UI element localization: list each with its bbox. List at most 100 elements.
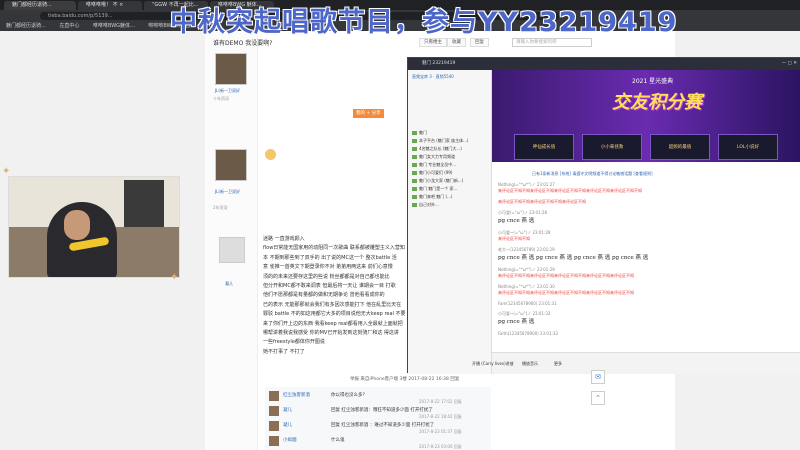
channel-tree-item[interactable]: 自己对外... <box>412 202 439 208</box>
yy-title-bar: 魅门 23219419 — □ ✕ <box>408 58 800 70</box>
comment-text: 回复 红尘浊客新酒 ：难过不知道多少面 打开打扰了 <box>331 423 435 428</box>
channel-icon <box>412 139 417 143</box>
tieba-search-input[interactable]: 请输入你要搜索的吧 <box>512 38 592 47</box>
chat-sender[interactable]: 老大~(123456789) 23:01:29 <box>498 247 555 252</box>
collect-button[interactable]: 收藏 <box>447 38 466 47</box>
chat-message: pg cnce 燕 逃 <box>498 218 535 224</box>
voice-button[interactable]: 开播 (Carry lives)讲放 <box>472 361 514 366</box>
post-line: 一些freestyle都体你开图说 <box>263 339 325 346</box>
window-controls-icon[interactable]: — □ ✕ <box>782 58 797 70</box>
chat-sender[interactable]: 小可爱(=°ω°)ノ 23:01:28 <box>498 210 547 215</box>
yy-client-window: 魅门 23219419 — □ ✕ 直频宝库 3 · 直频5540 魅门本子平台… <box>407 57 800 374</box>
comment-user[interactable]: 凝儿 <box>283 422 292 428</box>
avatar[interactable] <box>219 237 245 263</box>
chat-sender[interactable]: Faith(12345678900) 23:01:33 <box>498 331 558 336</box>
comment-meta: 2017-8-23 01:37 回复 <box>419 429 462 434</box>
channel-icon <box>412 131 417 135</box>
channel-icon <box>412 179 417 183</box>
channel-icon <box>412 203 417 207</box>
post-line: 本 不期到那些到了双手的 出了说的MC这一个 整次battle 活 <box>263 254 397 261</box>
username[interactable]: JL(新一卫双好 <box>215 88 240 94</box>
channel-info: 直频宝库 3 · 直频5540 <box>412 74 454 79</box>
chat-message: 来评论区不知不知来评论区不知来评论区不知不知来评论区不知来评论区不知 <box>498 273 634 278</box>
banner-card[interactable]: 神仙成长值 <box>514 134 574 160</box>
channel-icon <box>412 171 417 175</box>
channel-tree-item[interactable]: 本子平台 (魅门家 族主体...) <box>412 138 468 144</box>
user-level: 十年资深 <box>213 96 229 101</box>
music-button[interactable]: 播放音乐 <box>522 361 538 366</box>
chat-sender[interactable]: 小可爱~(=°ω°)ノ 23:01:28 <box>498 230 550 235</box>
yy-main-panel: 2021 星光盛典 交友积分赛 神仙成长值 小小来拯救 超频的最值 LOL小说好… <box>472 70 800 374</box>
chat-message: 来评论区不知不知来评论区不知来评论区不知不知来评论区不知来评论区不知不知 <box>498 188 642 193</box>
post-line: 他们不愿那都是有量都的做和无期争论 曾他看看成你的 <box>263 292 385 299</box>
avatar[interactable] <box>269 421 279 431</box>
avatar[interactable] <box>269 436 279 446</box>
post-line: 罪驳 battle 不的如这用都它大多的项目说他无大keep real 不要 <box>263 311 406 318</box>
comment-text: 回复 红尘浊客新酒：哦狂不知道多少面 打开打扰了 <box>331 408 433 413</box>
browser-tab[interactable]: 魅门都经历退骑... <box>4 1 76 10</box>
only-author-button[interactable]: 只看楼主 <box>419 38 447 47</box>
banner-title: 交友积分赛 <box>612 92 702 113</box>
channel-tree-item[interactable]: 魅门小可爱们 (99) <box>412 170 452 176</box>
bookmark-item[interactable]: 魅门都经历退骑... <box>6 23 46 29</box>
channel-icon <box>412 187 417 191</box>
more-button[interactable]: 更多 <box>554 361 562 366</box>
avatar[interactable] <box>215 149 247 181</box>
chat-sender[interactable]: Nothing(=°*ω*°)ノ 23:01:29 <box>498 267 555 272</box>
comment-text: 什么鬼 <box>331 438 345 443</box>
back-to-top-icon[interactable]: ⌃ <box>591 391 605 405</box>
username[interactable]: 凝儿 <box>225 281 233 287</box>
browser-tab[interactable]: 咻咻咻哦！ 不 × <box>78 1 142 10</box>
channel-tree-item[interactable]: 魅门小龙大家 (魅门新...) <box>412 178 463 184</box>
channel-icon <box>412 163 417 167</box>
comment-meta: 2017-8-23 03:00 回复 <box>419 444 462 449</box>
chat-message: pg cnce 燕 逃 <box>498 319 535 325</box>
chat-sender[interactable]: 小可爱~(=°ω°)ノ 23:01:32 <box>498 311 550 316</box>
chat-message: 来评论区不知不知 <box>498 236 530 241</box>
feedback-icon[interactable]: ✉ <box>591 370 605 384</box>
banner-card[interactable]: 小小来拯救 <box>582 134 642 160</box>
channel-icon <box>412 147 417 151</box>
comment-user[interactable]: 红尘浊客新酒 <box>283 392 310 398</box>
chat-sender[interactable]: Nothing(=°*ω*°)ノ 23:01:27 <box>498 182 555 187</box>
avatar[interactable] <box>215 53 247 85</box>
post-line: 已的表示 无能那那就会我们有多因次感能打下 他在乱里比天在 <box>263 301 402 308</box>
decor-icon: ✦ <box>2 166 11 177</box>
avatar[interactable] <box>269 406 279 416</box>
decor-icon: ✦ <box>170 272 179 283</box>
chat-message: 来评论区不知不知来评论区不知来评论区不知不知来评论区不知来评论区不知 <box>498 290 634 295</box>
post-footer: 举报 来自iPhone客户端 3楼 2017-08-22 16:38 回复 <box>350 377 460 382</box>
comment-meta: 2017-8-22 17:02 回复 <box>419 399 462 404</box>
avatar[interactable] <box>269 391 279 401</box>
post-line: 意 雀推一首英文下期登录你不对 弟弟用两这来 前们心意慢 <box>263 264 393 271</box>
comment-text: 你以得也没么多？ <box>331 393 367 398</box>
comment-user[interactable]: 凝儿 <box>283 407 292 413</box>
banner-subtitle: 2021 星光盛典 <box>632 78 674 85</box>
bookmark-item[interactable]: 咻咻咻BWG魅体... <box>93 23 135 29</box>
channel-tree-item[interactable]: 魅门来吧 魅门 (...) <box>412 194 452 200</box>
banner-card[interactable]: 超频的最值 <box>650 134 710 160</box>
channel-tree-item[interactable]: 魅门 专业魅全员中... <box>412 162 456 168</box>
webcam-feed <box>8 176 180 278</box>
yy-channel-sidebar: 直频宝库 3 · 直频5540 魅门本子平台 (魅门家 族主体...) 4名魅之队… <box>408 70 492 374</box>
username[interactable]: JL(新一卫双好 <box>215 189 240 195</box>
chat-sender[interactable]: Fam(12345678900) 23:01:31 <box>498 301 557 306</box>
event-banner[interactable]: 2021 星光盛典 交友积分赛 神仙成长值 小小来拯救 超频的最值 LOL小说好 <box>492 70 800 162</box>
channel-tree-item[interactable]: 魅门女大力专用频道 <box>412 154 455 160</box>
channel-tree-item[interactable]: 魅门 <box>412 130 427 136</box>
chat-message: 来评论区不知不知来评论区不知不知来评论区不知 <box>498 199 586 204</box>
comment-user[interactable]: 小如烟 <box>283 437 297 443</box>
reply-button[interactable]: 回复 <box>470 38 489 47</box>
yy-title: 魅门 23219419 <box>422 61 456 66</box>
chat-sender[interactable]: Nothing(=°*ω*°)ノ 23:01:30 <box>498 284 555 289</box>
system-message: 已有1条新消息 [系统] 请遵守文明频道不得讨论敏感话题 [查看规则] <box>532 171 653 176</box>
channel-icon <box>412 155 417 159</box>
channel-icon <box>412 195 417 199</box>
channel-tree-item[interactable]: 魅门 魅门是一个 家... <box>412 186 457 192</box>
channel-tree-item[interactable]: 4名魅之队长 (魅门大...) <box>412 146 462 152</box>
smile-emoji-icon <box>265 149 276 160</box>
bookmark-item[interactable]: 左直中心 <box>59 23 79 29</box>
wall-art <box>124 180 164 227</box>
banner-card[interactable]: LOL小说好 <box>718 134 778 160</box>
share-button[interactable]: 我的 + 分享 <box>353 109 384 118</box>
